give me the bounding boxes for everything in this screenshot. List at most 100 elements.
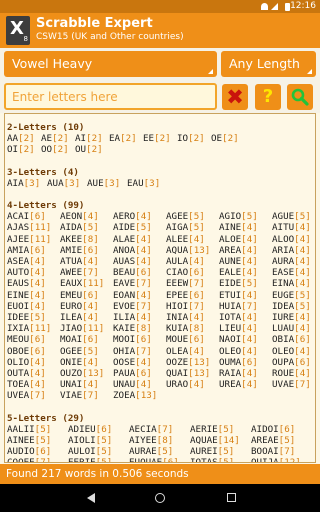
word-entry[interactable]: CIAO[6] — [166, 267, 219, 278]
word-entry[interactable]: AGIO[5] — [219, 211, 272, 222]
back-icon[interactable] — [87, 493, 95, 503]
home-icon[interactable] — [155, 493, 165, 503]
word-entry[interactable]: AINEE[5] — [7, 435, 68, 446]
word-entry[interactable]: IOTAS[5] — [190, 457, 251, 462]
word-entry[interactable]: AUNE[4] — [219, 256, 272, 267]
word-entry[interactable]: IDEE[5] — [7, 312, 60, 323]
word-entry[interactable]: ROUE[4] — [272, 368, 315, 379]
word-entry[interactable]: AI[2] — [75, 133, 109, 144]
word-entry[interactable]: OGEE[5] — [60, 346, 113, 357]
word-entry[interactable]: AIGA[5] — [166, 222, 219, 233]
word-entry[interactable]: ALOE[4] — [219, 234, 272, 245]
word-entry[interactable]: ILEA[4] — [60, 312, 113, 323]
word-entry[interactable]: KUIA[8] — [166, 323, 219, 334]
word-entry[interactable]: RAIA[4] — [219, 368, 272, 379]
word-entry[interactable]: AUE[3] — [87, 178, 127, 189]
mode-dropdown[interactable]: Vowel Heavy — [4, 51, 217, 77]
word-entry[interactable]: EVOE[7] — [113, 301, 166, 312]
word-entry[interactable]: EPEE[6] — [166, 290, 219, 301]
word-entry[interactable]: AE[2] — [41, 133, 75, 144]
word-entry[interactable]: AKEE[8] — [60, 234, 113, 245]
word-entry[interactable]: LIEU[4] — [219, 323, 272, 334]
word-entry[interactable]: ALAE[4] — [113, 234, 166, 245]
word-entry[interactable]: PAUA[6] — [113, 368, 166, 379]
word-entry[interactable]: ANOA[4] — [113, 245, 166, 256]
word-entry[interactable]: UVAE[7] — [272, 379, 315, 390]
word-entry[interactable]: IXIA[11] — [7, 323, 60, 334]
word-entry[interactable]: AURA[4] — [272, 256, 315, 267]
word-entry[interactable]: EAUX[11] — [60, 278, 113, 289]
word-entry[interactable]: OI[2] — [7, 144, 41, 155]
word-entry[interactable]: OOZE[13] — [166, 357, 219, 368]
word-entry[interactable]: EIDE[5] — [219, 278, 272, 289]
clear-button[interactable]: ✖ — [222, 84, 248, 110]
word-entry[interactable]: AUA[3] — [47, 178, 87, 189]
word-entry[interactable]: OO[2] — [41, 144, 75, 155]
word-entry[interactable]: EMEU[6] — [60, 290, 113, 301]
word-entry[interactable]: EERIE[5] — [68, 457, 129, 462]
word-entry[interactable]: AIYEE[8] — [129, 435, 190, 446]
word-entry[interactable]: AA[2] — [7, 133, 41, 144]
word-entry[interactable]: AUDIO[6] — [7, 446, 68, 457]
word-entry[interactable]: QUAI[13] — [166, 368, 219, 379]
word-entry[interactable]: OUPA[6] — [272, 357, 315, 368]
word-entry[interactable]: ATUA[4] — [60, 256, 113, 267]
word-entry[interactable]: EALE[4] — [219, 267, 272, 278]
word-entry[interactable]: HUIA[7] — [219, 301, 272, 312]
word-entry[interactable]: BOOAI[7] — [251, 446, 312, 457]
word-entry[interactable]: AGUE[5] — [272, 211, 315, 222]
help-button[interactable]: ? — [255, 84, 281, 110]
word-entry[interactable]: AULA[4] — [166, 256, 219, 267]
word-entry[interactable]: MOUE[6] — [166, 334, 219, 345]
word-entry[interactable]: UNAU[4] — [113, 379, 166, 390]
letters-input[interactable] — [4, 83, 217, 110]
word-entry[interactable]: AERO[4] — [113, 211, 166, 222]
word-entry[interactable]: ARIA[4] — [272, 245, 315, 256]
word-entry[interactable]: UREA[4] — [219, 379, 272, 390]
search-button[interactable] — [287, 84, 313, 110]
word-entry[interactable]: TOEA[4] — [7, 379, 60, 390]
word-entry[interactable]: IURE[4] — [272, 312, 315, 323]
word-entry[interactable]: AMIE[6] — [60, 245, 113, 256]
word-entry[interactable]: AITU[4] — [272, 222, 315, 233]
word-entry[interactable]: EOAN[4] — [113, 290, 166, 301]
word-entry[interactable]: AUREI[5] — [190, 446, 251, 457]
word-entry[interactable]: NAOI[4] — [219, 334, 272, 345]
word-entry[interactable]: AREAE[5] — [251, 435, 312, 446]
word-entry[interactable]: HIOI[7] — [166, 301, 219, 312]
word-entry[interactable]: EUOI[4] — [7, 301, 60, 312]
word-entry[interactable]: OU[2] — [75, 144, 109, 155]
word-entry[interactable]: OUTA[4] — [7, 368, 60, 379]
word-entry[interactable]: MOOI[6] — [113, 334, 166, 345]
word-entry[interactable]: AGEE[5] — [166, 211, 219, 222]
word-entry[interactable]: OLEO[4] — [272, 346, 315, 357]
word-entry[interactable]: EUGE[5] — [272, 290, 315, 301]
word-entry[interactable]: EINE[4] — [7, 290, 60, 301]
word-entry[interactable]: LUAU[4] — [272, 323, 315, 334]
word-entry[interactable]: UNAI[4] — [60, 379, 113, 390]
word-entry[interactable]: AJEE[11] — [7, 234, 60, 245]
word-entry[interactable]: MEOU[6] — [7, 334, 60, 345]
word-entry[interactable]: BEAU[6] — [113, 267, 166, 278]
word-entry[interactable]: OUMA[6] — [219, 357, 272, 368]
word-entry[interactable]: AERIE[5] — [190, 424, 251, 435]
word-entry[interactable]: AIOLI[5] — [68, 435, 129, 446]
word-entry[interactable]: EASE[4] — [272, 267, 315, 278]
word-entry[interactable]: AIDE[5] — [113, 222, 166, 233]
word-entry[interactable]: AJAS[11] — [7, 222, 60, 233]
word-entry[interactable]: OE[2] — [211, 133, 245, 144]
word-entry[interactable]: OBOE[6] — [7, 346, 60, 357]
recent-apps-icon[interactable] — [227, 493, 236, 502]
word-entry[interactable]: ALOO[4] — [272, 234, 315, 245]
word-entry[interactable]: AALII[5] — [7, 424, 68, 435]
word-entry[interactable]: ILIA[4] — [113, 312, 166, 323]
word-entry[interactable]: KAIE[8] — [113, 323, 166, 334]
word-entry[interactable]: VIAE[7] — [60, 390, 113, 401]
word-entry[interactable]: ONIE[4] — [60, 357, 113, 368]
word-entry[interactable]: AUTO[4] — [7, 267, 60, 278]
word-entry[interactable]: AECIA[7] — [129, 424, 190, 435]
word-entry[interactable]: ETUI[4] — [219, 290, 272, 301]
word-entry[interactable]: OBIA[6] — [272, 334, 315, 345]
word-entry[interactable]: ADIEU[6] — [68, 424, 129, 435]
word-entry[interactable]: AQUAE[14] — [190, 435, 251, 446]
